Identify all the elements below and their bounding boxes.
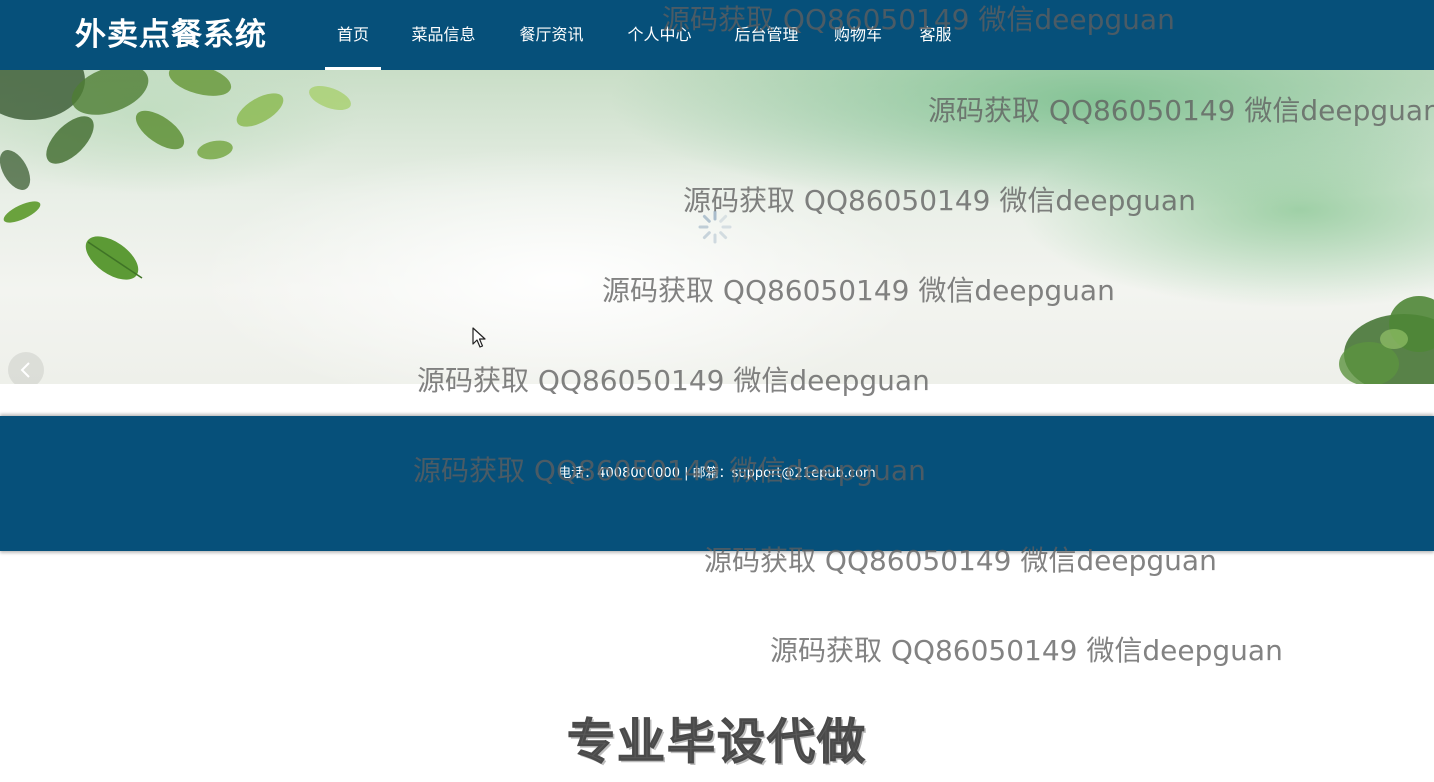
leaves-decoration bbox=[0, 70, 351, 280]
promo-watermark: 专业毕设代做 bbox=[566, 714, 867, 771]
carousel-prev-button[interactable] bbox=[8, 352, 44, 384]
nav-item-restaurant-news[interactable]: 餐厅资讯 bbox=[512, 0, 591, 70]
nav-item-admin[interactable]: 后台管理 bbox=[727, 0, 806, 70]
footer-contact-text: 电话：4008000000 | 邮箱：support@21epub.com bbox=[558, 466, 876, 481]
page: 外卖点餐系统 首页 菜品信息 餐厅资讯 个人中心 后台管理 购物车 客服 电话：… bbox=[0, 0, 1434, 782]
mouse-cursor-icon bbox=[472, 327, 486, 348]
site-logo[interactable]: 外卖点餐系统 bbox=[75, 14, 267, 56]
nav-item-personal-center[interactable]: 个人中心 bbox=[620, 0, 699, 70]
tree-decoration bbox=[1339, 296, 1434, 384]
main-nav: 首页 菜品信息 餐厅资讯 个人中心 后台管理 购物车 客服 bbox=[325, 0, 958, 70]
nav-item-home[interactable]: 首页 bbox=[325, 0, 381, 70]
nav-item-cart[interactable]: 购物车 bbox=[827, 0, 889, 70]
banner-carousel[interactable] bbox=[0, 70, 1434, 384]
watermark-text: 源码获取 QQ86050149 微信deepguan bbox=[770, 634, 1283, 667]
nav-item-customer-service[interactable]: 客服 bbox=[913, 0, 958, 70]
chevron-left-icon bbox=[20, 362, 30, 378]
top-navbar: 外卖点餐系统 首页 菜品信息 餐厅资讯 个人中心 后台管理 购物车 客服 bbox=[0, 0, 1434, 70]
spinner-icon bbox=[698, 210, 732, 244]
footer: 电话：4008000000 | 邮箱：support@21epub.com bbox=[0, 416, 1434, 551]
nav-item-dishes[interactable]: 菜品信息 bbox=[404, 0, 483, 70]
